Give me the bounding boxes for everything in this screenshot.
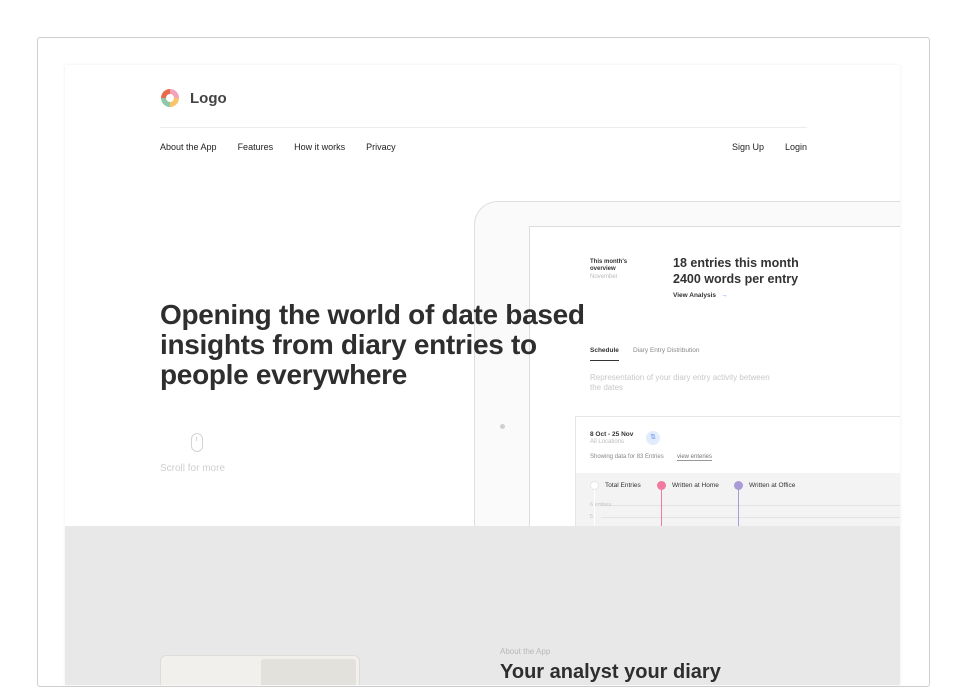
locations-label: All Locations (590, 439, 625, 445)
legend-label: Total Entries (605, 482, 641, 489)
logo-text: Logo (190, 89, 227, 107)
main-nav: About the App Features How it works Priv… (160, 142, 417, 152)
about-title: Your analyst your diary (500, 661, 721, 683)
header-divider (160, 127, 807, 128)
legend-label: Written at Home (672, 482, 719, 489)
grid-line (601, 517, 900, 518)
stat-entries: 18 entries this month (673, 256, 799, 270)
legend-dot (657, 481, 666, 490)
nav-about[interactable]: About the App (160, 142, 217, 152)
filter-icon[interactable]: ⇅ (646, 431, 660, 445)
stat-words: 2400 words per entry (673, 272, 799, 286)
grid-line (601, 505, 900, 506)
nav-privacy[interactable]: Privacy (366, 142, 396, 152)
overview-month: November (590, 274, 618, 280)
landing-page: Logo About the App Features How it works… (65, 65, 900, 685)
dashboard-screen: This month's overview November 18 entrie… (529, 226, 900, 556)
grid-label: 5 (590, 514, 594, 520)
auth-nav: Sign Up Login (711, 142, 807, 152)
logo[interactable]: Logo (160, 88, 227, 108)
device-illustration (160, 655, 360, 685)
sign-up-link[interactable]: Sign Up (732, 142, 764, 152)
showing-count: Showing data for 83 Entries (590, 454, 664, 460)
legend-written-at-home: Written at Home (657, 481, 719, 490)
tab-diary-entry-distribution[interactable]: Diary Entry Distribution (633, 347, 699, 354)
tablet-camera (500, 424, 505, 429)
logo-mark-icon (161, 89, 179, 107)
view-analysis-label: View Analysis (673, 292, 716, 299)
legend-dot (734, 481, 743, 490)
date-range: 8 Oct - 25 Nov (590, 431, 634, 438)
legend-label: Written at Office (749, 482, 796, 489)
arrow-right-icon: → (721, 292, 728, 299)
nav-features[interactable]: Features (238, 142, 274, 152)
login-link[interactable]: Login (785, 142, 807, 152)
legend-written-at-office: Written at Office (734, 481, 795, 490)
mouse-icon (191, 433, 203, 452)
nav-how-it-works[interactable]: How it works (294, 142, 345, 152)
view-analysis-link[interactable]: View Analysis → (673, 292, 728, 299)
about-eyebrow: About the App (500, 647, 551, 656)
hero-title: Opening the world of date based insights… (160, 299, 585, 390)
view-entries-link[interactable]: view enteries (677, 454, 713, 461)
scroll-for-more[interactable]: Scroll for more (160, 463, 225, 474)
legend-dot (590, 481, 599, 490)
device-panel (261, 659, 356, 685)
legend-total-entries: Total Entries (590, 481, 641, 490)
overview-label: This month's overview (590, 259, 628, 272)
